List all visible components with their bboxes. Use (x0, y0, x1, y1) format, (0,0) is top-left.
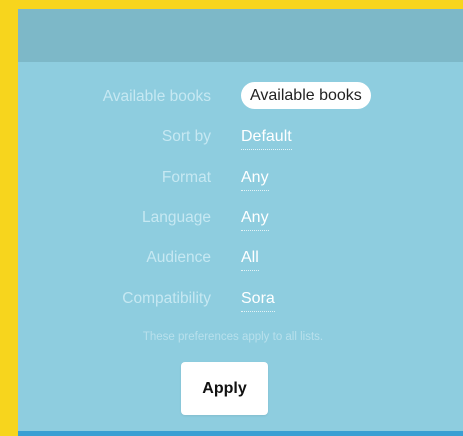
compatibility-label: Compatibility (122, 290, 211, 307)
available-books-select[interactable]: Available books (241, 82, 371, 109)
row-audience: Audience All (18, 243, 463, 273)
row-sort-by: Sort by Default (18, 122, 463, 152)
row-compatibility: Compatibility Sora (18, 284, 463, 314)
preferences-panel: Available books Available books Sort by … (18, 9, 463, 436)
available-books-label: Available books (102, 88, 211, 105)
format-label: Format (161, 169, 211, 186)
sort-by-label: Sort by (161, 128, 211, 145)
compatibility-select[interactable]: Sora (241, 288, 275, 312)
preferences-note: These preferences apply to all lists. (142, 331, 324, 343)
footer-bar (18, 431, 463, 436)
row-language: Language Any (18, 203, 463, 233)
row-format: Format Any (18, 163, 463, 193)
audience-label: Audience (146, 249, 211, 266)
language-select[interactable]: Any (241, 207, 269, 231)
language-label: Language (142, 209, 211, 226)
format-select[interactable]: Any (241, 167, 269, 191)
row-available-books: Available books Available books (18, 82, 463, 112)
panel-header (18, 9, 463, 62)
audience-select[interactable]: All (241, 247, 259, 271)
sort-by-select[interactable]: Default (241, 126, 292, 150)
apply-button[interactable]: Apply (181, 362, 268, 415)
